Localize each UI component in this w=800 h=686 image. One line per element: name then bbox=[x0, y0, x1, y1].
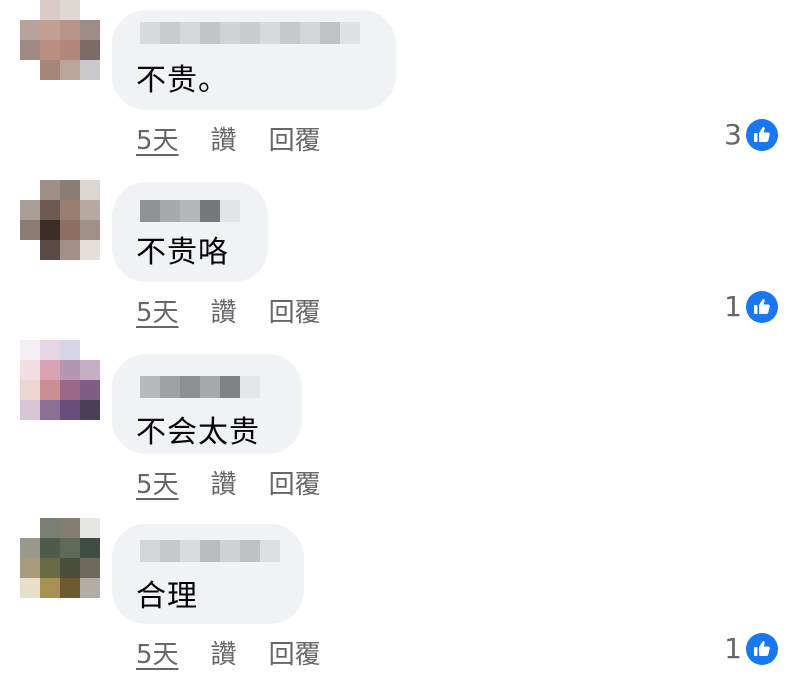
comment-item: 不贵咯 5天 讚 回覆 1 bbox=[0, 172, 800, 344]
reaction-count: 3 bbox=[724, 118, 742, 151]
author-name-redacted[interactable] bbox=[140, 22, 360, 44]
timestamp-link[interactable]: 5天 bbox=[136, 464, 179, 501]
reaction-summary[interactable]: 1 bbox=[724, 632, 778, 665]
comment-text: 不会太贵 bbox=[136, 415, 260, 450]
like-button[interactable]: 讚 bbox=[211, 292, 237, 329]
comment-actions: 5天 讚 回覆 bbox=[136, 292, 321, 329]
reply-button[interactable]: 回覆 bbox=[269, 120, 321, 157]
timestamp-link[interactable]: 5天 bbox=[136, 120, 179, 157]
reaction-count: 1 bbox=[724, 632, 742, 665]
comment-item: 不会太贵 5天 讚 回覆 bbox=[0, 340, 800, 516]
author-name-redacted[interactable] bbox=[140, 540, 280, 562]
like-thumb-icon[interactable] bbox=[746, 290, 778, 323]
like-button[interactable]: 讚 bbox=[211, 464, 237, 501]
timestamp-link[interactable]: 5天 bbox=[136, 634, 179, 671]
avatar[interactable] bbox=[20, 340, 100, 420]
comment-text: 不贵咯 bbox=[136, 235, 229, 270]
reply-button[interactable]: 回覆 bbox=[269, 292, 321, 329]
comment-text: 不贵。 bbox=[136, 63, 229, 98]
comment-actions: 5天 讚 回覆 bbox=[136, 120, 321, 157]
author-name-redacted[interactable] bbox=[140, 200, 240, 222]
comment-actions: 5天 讚 回覆 bbox=[136, 464, 321, 501]
comment-actions: 5天 讚 回覆 bbox=[136, 634, 321, 671]
like-button[interactable]: 讚 bbox=[211, 120, 237, 157]
author-name-redacted[interactable] bbox=[140, 376, 260, 398]
comment-bubble: 不贵咯 bbox=[112, 182, 268, 282]
reaction-summary[interactable]: 1 bbox=[724, 290, 778, 323]
avatar[interactable] bbox=[20, 518, 100, 598]
comment-item: 不贵。 5天 讚 回覆 3 bbox=[0, 0, 800, 172]
like-button[interactable]: 讚 bbox=[211, 634, 237, 671]
avatar[interactable] bbox=[20, 0, 100, 80]
comment-bubble: 不贵。 bbox=[112, 10, 396, 110]
like-thumb-icon[interactable] bbox=[746, 118, 778, 151]
reply-button[interactable]: 回覆 bbox=[269, 634, 321, 671]
reaction-summary[interactable]: 3 bbox=[724, 118, 778, 151]
reaction-count: 1 bbox=[724, 290, 742, 323]
comment-bubble: 不会太贵 bbox=[112, 354, 302, 454]
comment-bubble: 合理 bbox=[112, 524, 304, 624]
like-thumb-icon[interactable] bbox=[746, 632, 778, 665]
reply-button[interactable]: 回覆 bbox=[269, 464, 321, 501]
comment-text: 合理 bbox=[136, 579, 198, 614]
avatar[interactable] bbox=[20, 180, 100, 260]
timestamp-link[interactable]: 5天 bbox=[136, 292, 179, 329]
comment-item: 合理 5天 讚 回覆 1 bbox=[0, 514, 800, 686]
